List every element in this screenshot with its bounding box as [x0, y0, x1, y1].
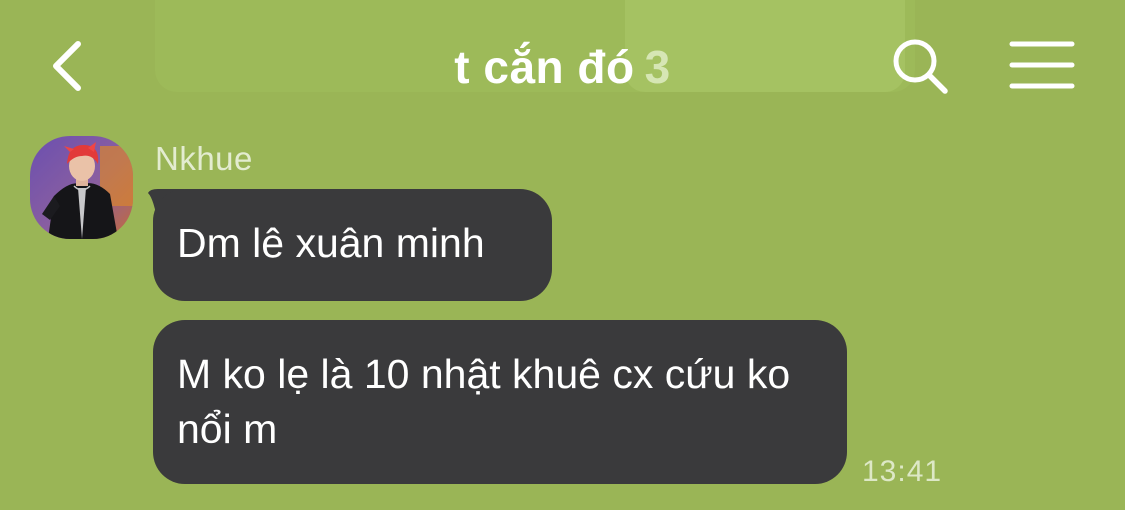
search-icon: [893, 39, 948, 94]
menu-button[interactable]: [1008, 38, 1076, 92]
chat-header: t cắn đó 3: [0, 0, 1125, 130]
message-bubble[interactable]: M ko lẹ là 10 nhật khuê cx cứu ko nổi m: [153, 320, 847, 484]
chat-title-text: t cắn đó: [454, 41, 635, 93]
sender-avatar[interactable]: [30, 136, 133, 239]
message-text: Dm lê xuân minh: [177, 220, 485, 266]
message-bubble[interactable]: Dm lê xuân minh: [153, 189, 552, 301]
message-text: M ko lẹ là 10 nhật khuê cx cứu ko nổi m: [177, 351, 791, 452]
hamburger-menu-icon: [1009, 41, 1075, 89]
member-count: 3: [644, 41, 671, 93]
avatar-photo: [30, 136, 133, 239]
chat-title[interactable]: t cắn đó 3: [0, 40, 1125, 94]
message-timestamp: 13:41: [862, 455, 943, 488]
sender-name: Nkhue: [155, 140, 253, 177]
search-button[interactable]: [890, 36, 950, 96]
